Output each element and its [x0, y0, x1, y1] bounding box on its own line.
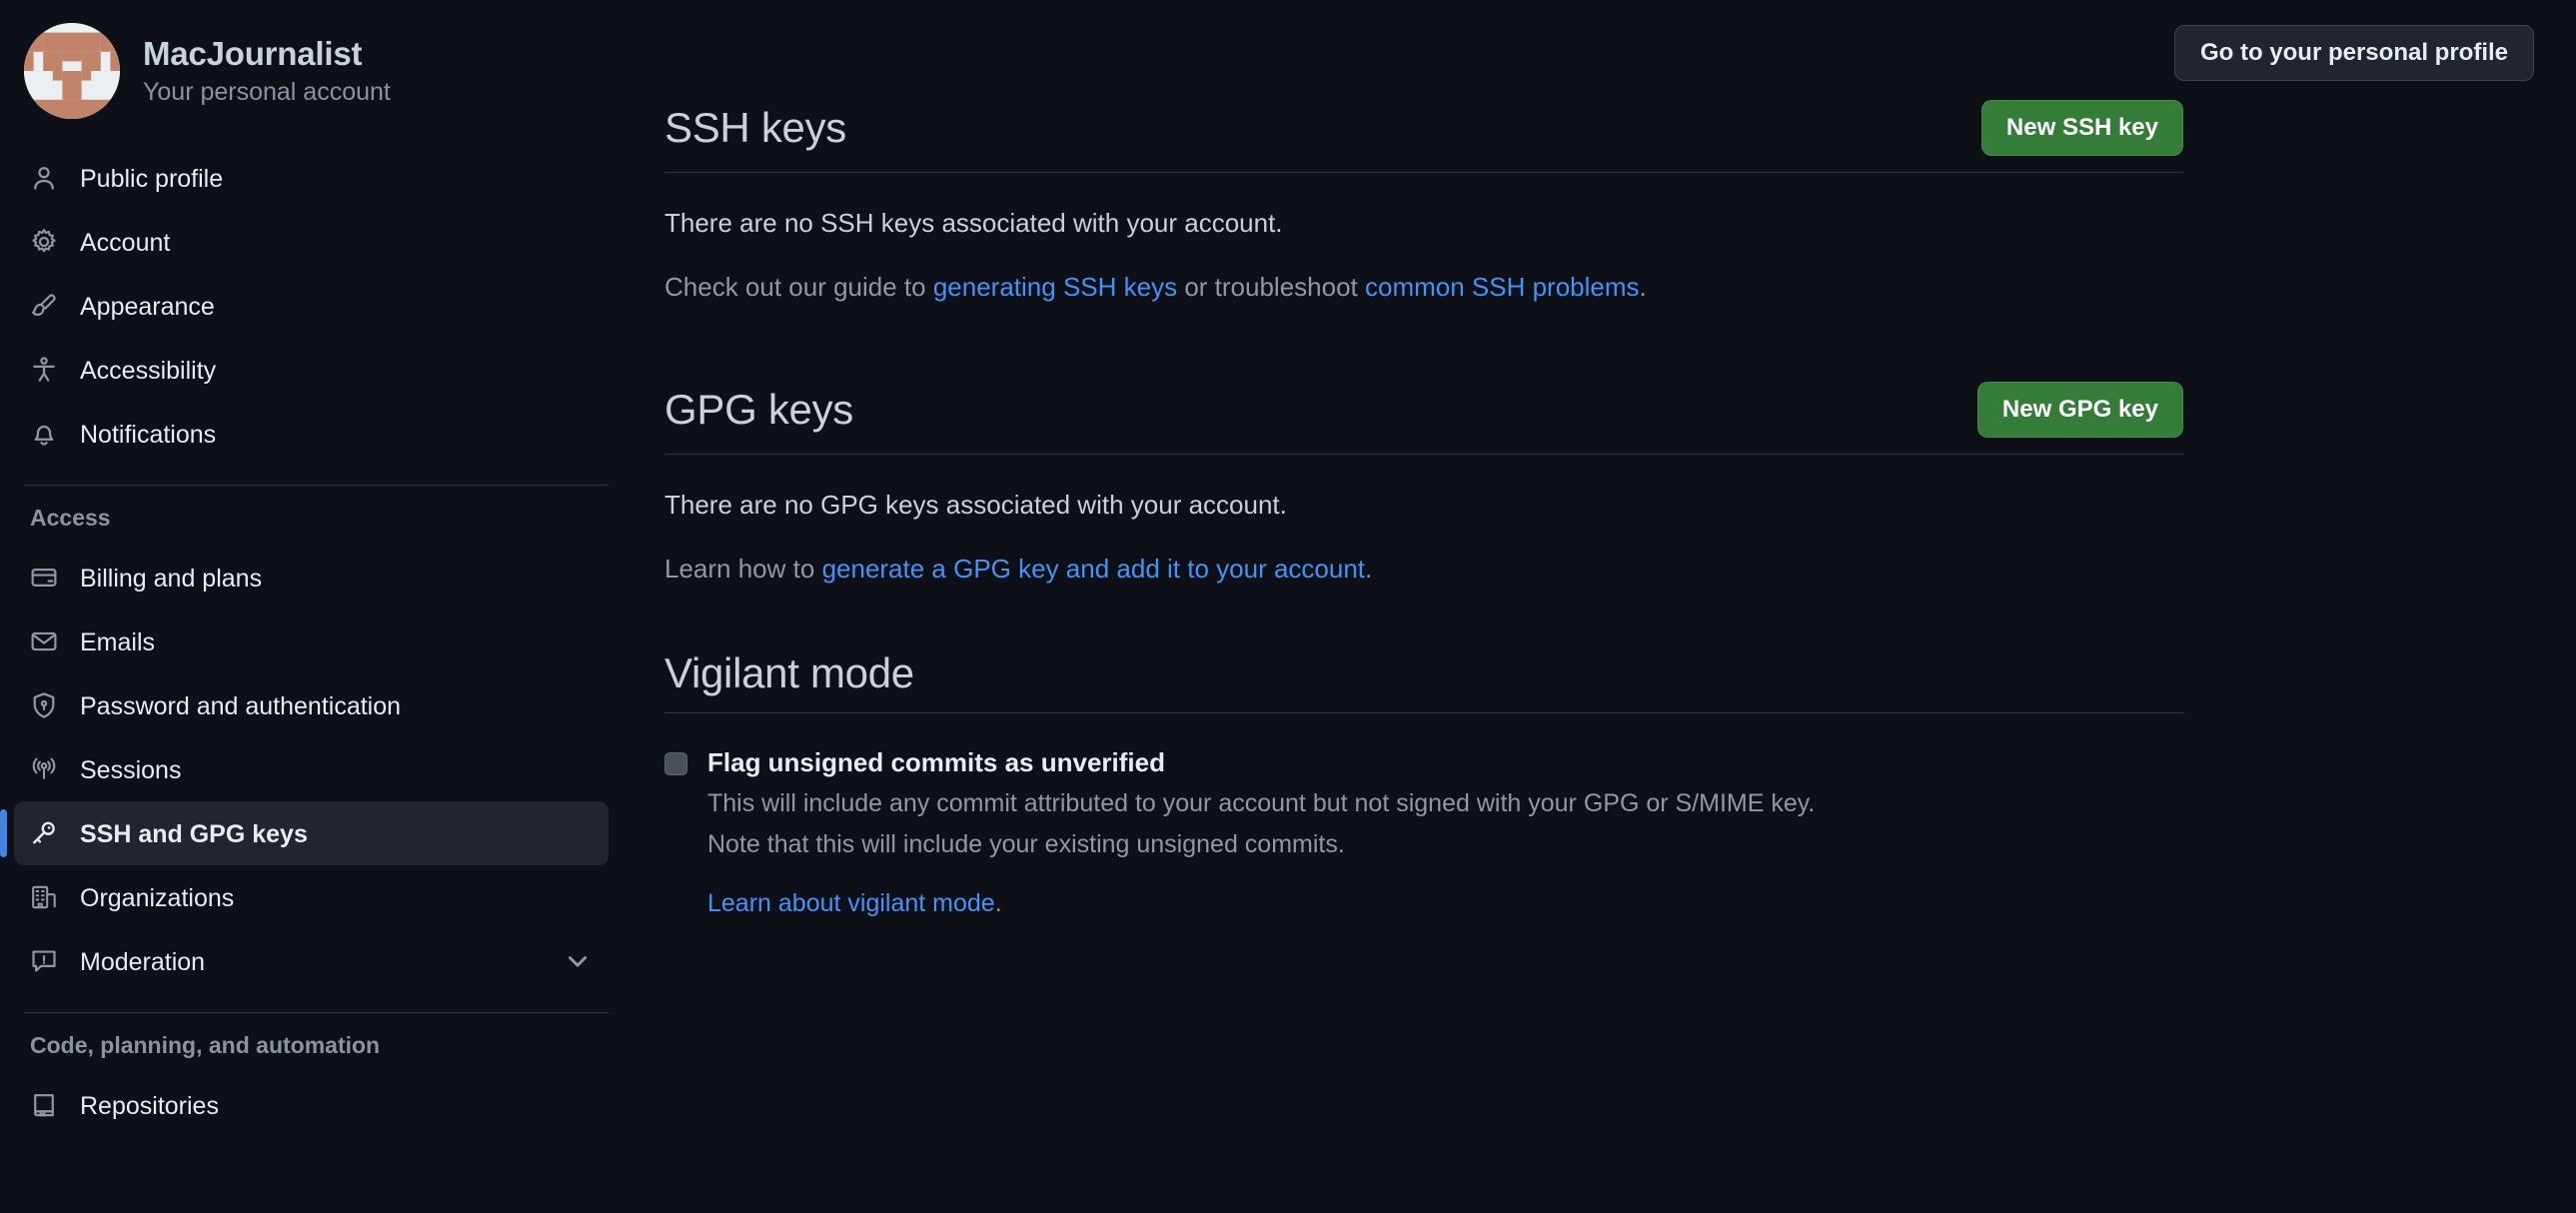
sidebar-group-code-label: Code, planning, and automation	[30, 1032, 381, 1058]
sidebar-divider-2	[24, 1012, 609, 1013]
key-icon	[30, 819, 58, 847]
sidebar-item-label: Password and authentication	[80, 691, 402, 720]
sidebar-item-appearance[interactable]: Appearance	[14, 274, 609, 338]
sidebar-item-account[interactable]: Account	[14, 210, 609, 274]
sidebar-item-label: Notifications	[80, 420, 217, 449]
accessibility-icon	[30, 356, 58, 384]
sidebar-group-access-label: Access	[30, 505, 111, 531]
sidebar-code-list: Repositories	[0, 1073, 640, 1137]
chevron-down-icon[interactable]	[563, 946, 593, 976]
sidebar-item-public-profile[interactable]: Public profile	[14, 146, 609, 210]
sidebar-divider-1	[24, 485, 609, 486]
ssh-help-middle: or troubleshoot	[1177, 271, 1365, 302]
sidebar-nav: Public profile Account Appearance Access…	[0, 146, 640, 1137]
vigilant-mode-section: Vigilant mode Flag unsigned commits as u…	[664, 648, 2183, 919]
organization-icon	[30, 883, 58, 911]
sidebar-access-list: Billing and plans Emails Password and au…	[0, 546, 640, 993]
vigilant-description-line-1: This will include any commit attributed …	[707, 788, 1816, 817]
account-header: MacJournalist Your personal account	[0, 22, 640, 120]
flag-unsigned-commits-label: Flag unsigned commits as unverified	[707, 746, 1165, 777]
ssh-help-suffix: .	[1639, 271, 1647, 302]
vigilant-checkbox-texts: Flag unsigned commits as unverified This…	[707, 743, 1815, 919]
gpg-empty-message: There are no GPG keys associated with yo…	[664, 490, 1287, 521]
sidebar-item-billing-and-plans[interactable]: Billing and plans	[14, 546, 609, 609]
sidebar-item-accessibility[interactable]: Accessibility	[14, 338, 609, 402]
person-icon	[30, 164, 58, 192]
ssh-keys-title: SSH keys	[664, 103, 846, 151]
vigilant-description-line-2: Note that this will include your existin…	[707, 829, 1345, 858]
vigilant-learn-suffix: .	[994, 889, 1002, 918]
generating-ssh-keys-link[interactable]: generating SSH keys	[933, 272, 1177, 302]
sidebar-item-label: Billing and plans	[80, 564, 263, 593]
sidebar-item-label: Emails	[80, 627, 156, 656]
sidebar-item-organizations[interactable]: Organizations	[14, 865, 609, 929]
generate-gpg-key-link[interactable]: generate a GPG key and add it to your ac…	[822, 554, 1365, 584]
mail-icon	[30, 627, 58, 655]
paintbrush-icon	[30, 292, 58, 320]
repo-icon	[30, 1091, 58, 1119]
sidebar-item-label: Appearance	[80, 292, 215, 321]
gpg-help-text: Learn how to generate a GPG key and add …	[664, 551, 2183, 589]
ssh-empty-message: There are no SSH keys associated with yo…	[664, 208, 1283, 238]
identicon-graphic	[24, 23, 120, 119]
sidebar-item-moderation[interactable]: Moderation	[14, 929, 609, 993]
account-name: MacJournalist	[143, 35, 363, 73]
sidebar-item-repositories[interactable]: Repositories	[14, 1073, 609, 1137]
gear-icon	[30, 228, 58, 256]
avatar	[24, 23, 120, 119]
vigilant-checkbox-row: Flag unsigned commits as unverified This…	[664, 713, 2183, 919]
vigilant-mode-title: Vigilant mode	[664, 648, 914, 696]
sidebar-item-sessions[interactable]: Sessions	[14, 737, 609, 801]
sidebar-item-label: Account	[80, 228, 171, 257]
sidebar-item-emails[interactable]: Emails	[14, 609, 609, 673]
sidebar-item-label: Accessibility	[80, 356, 217, 385]
account-identity: MacJournalist Your personal account	[143, 35, 391, 107]
sidebar-item-password-and-authentication[interactable]: Password and authentication	[14, 673, 609, 737]
report-icon	[30, 947, 58, 975]
new-ssh-key-button[interactable]: New SSH key	[1980, 100, 2183, 156]
account-subtitle: Your personal account	[143, 77, 391, 106]
gpg-help-suffix: .	[1365, 554, 1373, 585]
flag-unsigned-commits-checkbox[interactable]	[664, 751, 687, 775]
sidebar-item-label: Organizations	[80, 883, 235, 912]
learn-about-vigilant-mode-link[interactable]: Learn about vigilant mode	[707, 889, 995, 917]
settings-page: MacJournalist Your personal account Publ…	[0, 0, 2576, 1213]
sidebar-item-label: SSH and GPG keys	[80, 819, 308, 848]
vigilant-learn-more: Learn about vigilant mode.	[707, 889, 1815, 918]
ssh-keys-header: SSH keys New SSH key	[664, 100, 2183, 173]
go-to-personal-profile-button[interactable]: Go to your personal profile	[2173, 25, 2534, 81]
ssh-help-text: Check out our guide to generating SSH ke…	[664, 269, 2183, 307]
bell-icon	[30, 420, 58, 448]
sidebar-item-label: Public profile	[80, 164, 224, 193]
gpg-help-prefix: Learn how to	[664, 554, 822, 585]
gpg-keys-header: GPG keys New GPG key	[664, 382, 2183, 456]
ssh-help-prefix: Check out our guide to	[664, 271, 933, 302]
settings-sidebar: MacJournalist Your personal account Publ…	[0, 0, 640, 1213]
sidebar-item-label: Sessions	[80, 755, 182, 784]
sidebar-item-ssh-and-gpg-keys[interactable]: SSH and GPG keys	[0, 801, 609, 865]
common-ssh-problems-link[interactable]: common SSH problems	[1365, 272, 1640, 302]
sidebar-item-notifications[interactable]: Notifications	[14, 402, 609, 466]
sidebar-primary-list: Public profile Account Appearance Access…	[0, 146, 640, 466]
sidebar-item-label: Repositories	[80, 1091, 219, 1120]
vigilant-mode-header: Vigilant mode	[664, 648, 2183, 713]
broadcast-icon	[30, 755, 58, 783]
ssh-keys-section: SSH keys New SSH key There are no SSH ke…	[664, 100, 2183, 306]
top-bar: Go to your personal profile	[2173, 25, 2534, 81]
sidebar-item-label: Moderation	[80, 947, 206, 976]
new-gpg-key-button[interactable]: New GPG key	[1976, 382, 2183, 439]
gpg-keys-title: GPG keys	[664, 386, 853, 434]
settings-content: SSH keys New SSH key There are no SSH ke…	[640, 0, 2183, 918]
shield-lock-icon	[30, 691, 58, 719]
main-content: Go to your personal profile SSH keys New…	[640, 0, 2576, 1213]
gpg-keys-section: GPG keys New GPG key There are no GPG ke…	[664, 382, 2183, 588]
credit-card-icon	[30, 564, 58, 592]
